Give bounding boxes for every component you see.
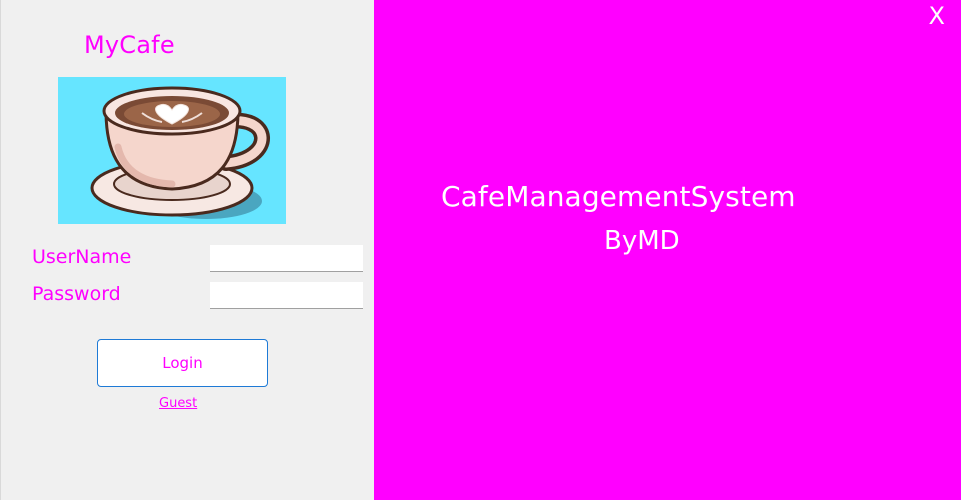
login-panel: MyCafe UserName Password Login Guest bbox=[0, 0, 374, 500]
username-label: UserName bbox=[32, 246, 132, 268]
coffee-cup-icon bbox=[58, 77, 286, 224]
login-button[interactable]: Login bbox=[97, 339, 268, 387]
password-label: Password bbox=[32, 283, 121, 305]
app-title: MyCafe bbox=[84, 31, 175, 59]
username-field[interactable] bbox=[210, 245, 363, 272]
login-window: MyCafe UserName Password Login Guest Caf… bbox=[0, 0, 961, 500]
system-title: CafeManagementSystem bbox=[441, 180, 796, 213]
close-button[interactable]: X bbox=[929, 2, 945, 30]
branding-panel: CafeManagementSystem ByMD X bbox=[374, 0, 961, 500]
guest-link[interactable]: Guest bbox=[159, 396, 197, 411]
password-field[interactable] bbox=[210, 282, 363, 309]
system-byline: ByMD bbox=[604, 226, 680, 256]
